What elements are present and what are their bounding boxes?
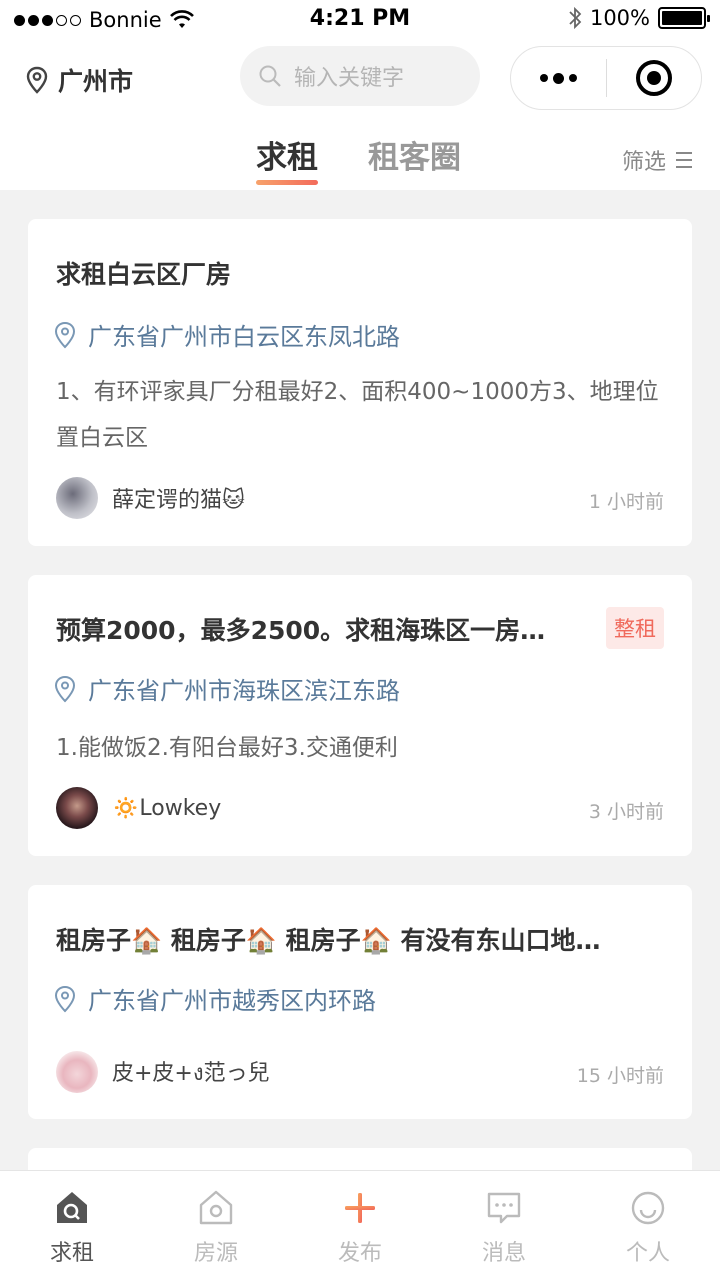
card-description: 1.能做饭2.有阳台最好3.交通便利	[56, 735, 398, 761]
close-miniprogram-button[interactable]	[607, 60, 701, 96]
nav-fangyuan[interactable]: 房源	[144, 1171, 288, 1280]
search-placeholder: 输入关键字	[294, 66, 405, 91]
username: 🔅Lowkey	[112, 795, 222, 821]
filter-label: 筛选	[621, 150, 666, 175]
nav-fabu[interactable]: 发布	[288, 1171, 432, 1280]
request-card[interactable]: 求租白云区厂房 广东省广州市白云区东凤北路 1、有环评家具厂分租最好2、面积40…	[28, 219, 692, 546]
request-card[interactable]: 预算2000，最多2500。求租海珠区一房… 整租 广东省广州市海珠区滨江东路 …	[28, 575, 692, 856]
card-title: 预算2000，最多2500。求租海珠区一房…	[56, 616, 546, 645]
card-user: 🔅Lowkey	[56, 787, 221, 829]
card-title: 求租白云区厂房	[56, 260, 232, 289]
location-pin-icon	[54, 675, 76, 702]
nav-qiuzu[interactable]: 求租	[0, 1171, 144, 1280]
post-time: 3 小时前	[588, 801, 664, 823]
header: 广州市 输入关键字 求租 租客圈 筛选	[0, 40, 720, 190]
tab-bar: 求租 租客圈 筛选	[0, 132, 720, 188]
chat-icon	[485, 1189, 523, 1227]
plus-icon	[341, 1189, 379, 1227]
card-location: 广东省广州市白云区东凤北路	[54, 317, 400, 352]
location-pin-icon	[54, 985, 76, 1012]
post-time: 1 小时前	[588, 491, 664, 513]
menu-lines-icon	[676, 152, 692, 168]
home-icon	[197, 1189, 235, 1227]
nav-geren[interactable]: 个人	[576, 1171, 720, 1280]
card-description: 1、有环评家具厂分租最好2、面积400~1000方3、地理位置白云区	[56, 379, 659, 451]
more-options-button[interactable]	[511, 72, 606, 84]
battery-percent: 100%	[589, 6, 650, 30]
location-text: 广东省广州市越秀区内环路	[88, 987, 376, 1015]
card-location: 广东省广州市越秀区内环路	[54, 981, 376, 1016]
city-selector[interactable]: 广州市	[26, 62, 133, 98]
target-icon	[636, 60, 672, 96]
tab-label: 求租	[256, 140, 318, 176]
tab-label: 租客圈	[368, 140, 461, 176]
nav-label: 个人	[625, 1241, 670, 1266]
tab-qiuzu[interactable]: 求租	[256, 132, 318, 185]
status-bar: Bonnie 4:21 PM 100%	[0, 0, 720, 40]
location-text: 广东省广州市白云区东凤北路	[88, 323, 400, 351]
bottom-nav: 求租 房源 发布 消息 个人	[0, 1170, 720, 1280]
battery-icon	[658, 7, 710, 29]
location-pin-icon	[26, 66, 48, 94]
nav-xiaoxi[interactable]: 消息	[432, 1171, 576, 1280]
nav-label: 房源	[193, 1241, 238, 1266]
username: 薛定谔的猫🐱	[112, 488, 245, 513]
search-icon	[259, 65, 281, 87]
nav-label: 求租	[49, 1241, 94, 1266]
avatar	[56, 477, 98, 519]
nav-label: 消息	[481, 1241, 526, 1266]
avatar	[56, 787, 98, 829]
rental-type-badge: 整租	[606, 607, 664, 649]
active-tab-indicator	[256, 180, 318, 185]
card-location: 广东省广州市海珠区滨江东路	[54, 671, 400, 706]
search-input[interactable]: 输入关键字	[240, 46, 480, 106]
location-text: 广东省广州市海珠区滨江东路	[88, 677, 400, 705]
username: 皮+皮+ง范っ兒	[112, 1060, 270, 1086]
search-home-icon	[53, 1189, 91, 1227]
avatar	[56, 1051, 98, 1093]
post-time: 15 小时前	[576, 1065, 664, 1087]
location-pin-icon	[54, 321, 76, 348]
card-user: 薛定谔的猫🐱	[56, 477, 245, 519]
smile-icon	[629, 1189, 667, 1227]
card-user: 皮+皮+ง范っ兒	[56, 1051, 270, 1093]
request-card[interactable]: 租房子🏠 租房子🏠 租房子🏠 有没有东山口地… 广东省广州市越秀区内环路 皮+皮…	[28, 885, 692, 1119]
device-status: 100%	[568, 6, 710, 30]
miniprogram-capsule	[510, 46, 702, 110]
bluetooth-icon	[569, 6, 582, 30]
filter-button[interactable]: 筛选	[622, 144, 692, 176]
card-title: 租房子🏠 租房子🏠 租房子🏠 有没有东山口地…	[56, 926, 601, 955]
battery-fill	[662, 11, 702, 25]
tab-zukequan[interactable]: 租客圈	[368, 132, 461, 177]
nav-label: 发布	[337, 1241, 382, 1266]
city-name: 广州市	[58, 67, 134, 96]
